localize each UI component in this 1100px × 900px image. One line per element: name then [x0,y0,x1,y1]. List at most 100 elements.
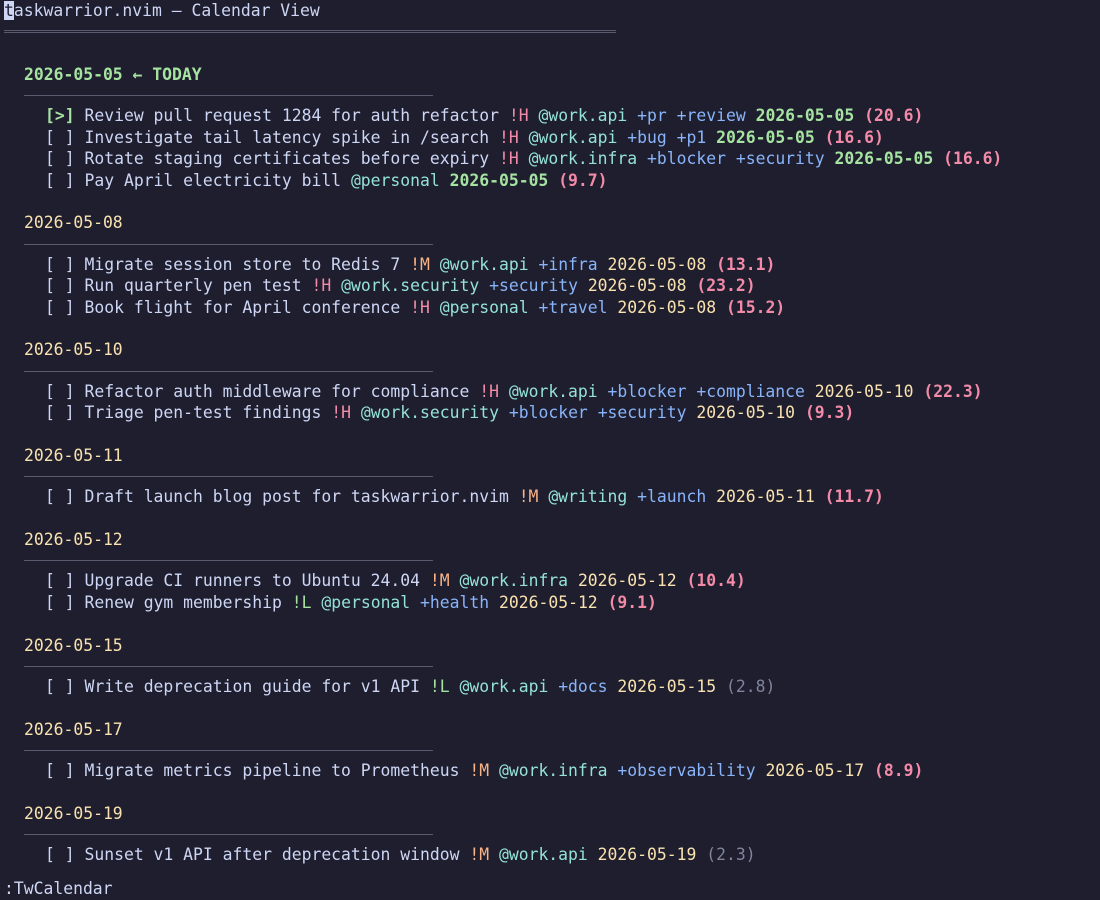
task-due-date: 2026-05-08 [607,254,707,274]
task-priority: !M [469,845,490,865]
date-header: 2026-05-08 [24,213,123,233]
task-row[interactable]: [ ] Refactor auth middleware for complia… [45,381,1100,402]
task-row[interactable]: [ ] Upgrade CI runners to Ubuntu 24.04 !… [45,570,1100,591]
task-row[interactable]: [ ] Renew gym membership !L @personal +h… [45,592,1100,613]
task-checkbox[interactable]: [ ] [45,571,75,590]
task-row[interactable]: [ ] Write deprecation guide for v1 API !… [45,676,1100,697]
task-due-date: 2026-05-05 [449,170,549,190]
task-urgency: (2.8) [725,676,776,696]
task-due-date: 2026-05-11 [716,487,815,507]
task-tag: +compliance [696,381,805,401]
task-due-date: 2026-05-05 [716,127,815,147]
task-urgency: (9.7) [558,170,608,190]
task-checkbox[interactable]: [ ] [45,761,75,780]
task-row[interactable]: [ ] Draft launch blog post for taskwarri… [45,486,1100,507]
task-row[interactable]: [ ] Rotate staging certificates before e… [45,148,1100,169]
command-line[interactable]: :TwCalendar [4,878,113,900]
task-row[interactable]: [ ] Migrate metrics pipeline to Promethe… [45,760,1100,781]
date-group: 2026-05-08[ ] Migrate session store to R… [0,212,1100,339]
task-priority: !M [518,487,539,507]
task-project: @work.infra [459,571,569,591]
task-due-date: 2026-05-19 [597,845,697,865]
task-project: @work.infra [528,149,638,169]
task-tag: +blocker [508,403,588,423]
task-urgency: (15.2) [725,297,786,317]
task-tag: +infra [538,254,598,274]
task-checkbox[interactable]: [ ] [45,593,75,612]
task-priority: !H [508,106,529,126]
task-tag: +security [597,403,687,423]
task-priority: !M [429,571,450,591]
date-group: 2026-05-15[ ] Write deprecation guide fo… [0,635,1100,719]
task-checkbox[interactable]: [ ] [45,298,75,317]
task-urgency: (13.1) [716,254,776,274]
task-due-date: 2026-05-12 [499,592,598,612]
task-description: Book flight for April conference [84,297,401,317]
task-checkbox[interactable]: [ ] [45,677,75,696]
task-project: @work.api [439,254,529,274]
task-urgency: (16.6) [824,127,884,147]
task-description: Migrate metrics pipeline to Prometheus [84,761,460,781]
date-divider [24,834,433,836]
task-priority: !H [498,127,519,147]
date-group: 2026-05-05 ← TODAY [>] Review pull reques… [0,64,1100,212]
task-checkbox[interactable]: [ ] [45,128,75,147]
task-row[interactable]: [ ] Pay April electricity bill @personal… [45,170,1100,191]
task-urgency: (9.3) [804,403,855,423]
date-header: 2026-05-12 [24,530,123,550]
task-due-date: 2026-05-15 [617,676,717,696]
task-row[interactable]: [ ] Run quarterly pen test !H @work.secu… [45,275,1100,296]
task-row[interactable]: [ ] Book flight for April conference !H … [45,297,1100,318]
date-divider [24,750,433,752]
task-project: @personal [321,592,411,612]
task-checkbox[interactable]: [ ] [45,149,75,168]
task-tag: +pr [637,106,667,126]
date-group: 2026-05-12[ ] Upgrade CI runners to Ubun… [0,529,1100,635]
task-description: Draft launch blog post for taskwarrior.n… [84,487,509,507]
task-description: Rotate staging certificates before expir… [84,149,490,169]
cursor: t [4,1,14,20]
task-priority: !L [291,592,312,612]
task-row[interactable]: [ ] Migrate session store to Redis 7 !M … [45,254,1100,275]
task-description: Triage pen-test findings [84,403,322,423]
task-checkbox[interactable]: [ ] [45,382,75,401]
task-priority: !H [479,381,499,401]
task-tag: +security [735,149,825,169]
task-project: @personal [350,170,440,190]
task-priority: !H [311,276,332,296]
task-checkbox[interactable]: [ ] [45,255,75,274]
task-checkbox[interactable]: [ ] [45,403,75,422]
date-header: 2026-05-15 [24,635,123,655]
task-checkbox[interactable]: [ ] [45,276,75,295]
task-row[interactable]: [ ] Investigate tail latency spike in /s… [45,127,1100,148]
task-project: @work.api [538,106,628,126]
task-checkbox[interactable]: [ ] [45,487,75,506]
task-checkbox[interactable]: [ ] [45,845,75,864]
task-urgency: (8.9) [874,761,924,781]
date-header: 2026-05-19 [24,803,123,823]
task-urgency: (11.7) [824,487,884,507]
task-description: Migrate session store to Redis 7 [84,254,401,274]
task-project: @writing [548,487,628,507]
task-description: Review pull request 1284 for auth refact… [84,106,499,126]
task-due-date: 2026-05-08 [617,297,717,317]
task-due-date: 2026-05-10 [814,381,914,401]
task-description: Upgrade CI runners to Ubuntu 24.04 [84,571,420,591]
date-group: 2026-05-19[ ] Sunset v1 API after deprec… [0,803,1100,887]
task-urgency: (10.4) [686,571,746,591]
task-checkbox[interactable]: [>] [45,106,75,125]
task-due-date: 2026-05-05 [755,106,855,126]
task-row[interactable]: [>] Review pull request 1284 for auth re… [45,105,1100,126]
date-divider [24,665,433,667]
task-row[interactable]: [ ] Triage pen-test findings !H @work.se… [45,402,1100,423]
task-due-date: 2026-05-17 [765,761,865,781]
task-project: @work.api [498,845,588,865]
task-row[interactable]: [ ] Sunset v1 API after deprecation wind… [45,844,1100,865]
task-project: @work.api [508,381,598,401]
task-checkbox[interactable]: [ ] [45,171,75,190]
